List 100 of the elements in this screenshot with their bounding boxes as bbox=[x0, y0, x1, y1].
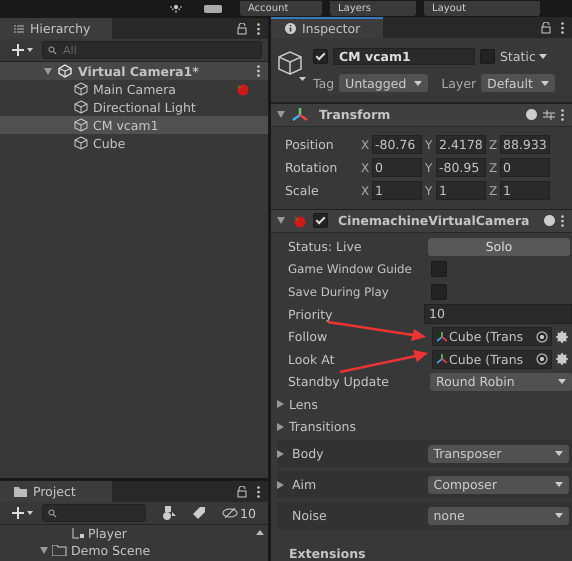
number-field[interactable]: -80.95 bbox=[436, 158, 486, 178]
component-title: Transform bbox=[319, 107, 392, 122]
stage-dropdown[interactable]: none bbox=[428, 506, 569, 524]
add-icon[interactable] bbox=[12, 507, 34, 519]
hierarchy-tab[interactable]: Hierarchy bbox=[0, 18, 112, 39]
active-checkbox[interactable] bbox=[313, 49, 328, 64]
tab-label: Hierarchy bbox=[30, 21, 90, 36]
number-field[interactable]: -80.76 bbox=[372, 135, 422, 154]
hierarchy-item[interactable]: Main Camera bbox=[0, 80, 268, 98]
more-icon[interactable] bbox=[561, 214, 564, 227]
axis-label: X bbox=[361, 184, 370, 198]
stage-label: Aim bbox=[292, 477, 318, 492]
field-label: Look At bbox=[288, 352, 334, 367]
component-header[interactable]: Transform bbox=[271, 103, 572, 127]
static-dropdown[interactable]: Static bbox=[500, 49, 547, 64]
number-field[interactable]: 88.933 bbox=[500, 135, 550, 154]
scene-row[interactable]: Virtual Camera1* bbox=[0, 62, 268, 80]
hierarchy-item[interactable]: CM vcam1 bbox=[0, 116, 268, 134]
more-icon[interactable] bbox=[257, 65, 260, 77]
target-picker-icon[interactable] bbox=[536, 353, 548, 366]
count-label: 10 bbox=[240, 506, 256, 520]
inspector-tab[interactable]: Inspector bbox=[271, 17, 383, 38]
foldout[interactable]: Lens bbox=[271, 393, 572, 416]
target-picker-icon[interactable] bbox=[536, 330, 548, 343]
toolbar-dropdown[interactable]: Layers bbox=[330, 1, 416, 16]
lock-icon[interactable] bbox=[237, 486, 247, 498]
settings-icon[interactable] bbox=[556, 330, 568, 343]
static-checkbox[interactable] bbox=[480, 49, 495, 64]
enabled-checkbox[interactable] bbox=[313, 213, 328, 228]
component-header[interactable]: CinemachineVirtualCamera bbox=[271, 208, 572, 232]
hierarchy-item[interactable]: Cube bbox=[0, 134, 268, 152]
stage-label: Body bbox=[292, 446, 325, 461]
scroll-up-icon[interactable] bbox=[256, 530, 264, 535]
field-label: Position bbox=[285, 137, 335, 152]
search-field[interactable]: All bbox=[42, 41, 262, 59]
solo-button[interactable]: Solo bbox=[428, 238, 570, 256]
shapes-icon[interactable] bbox=[162, 506, 176, 520]
standby-dropdown[interactable]: Round Robin bbox=[430, 372, 572, 391]
tag-icon[interactable] bbox=[192, 506, 206, 520]
add-icon[interactable] bbox=[12, 44, 34, 56]
object-field[interactable]: Cube (Trans bbox=[432, 350, 552, 369]
object-field[interactable]: Cube (Trans bbox=[432, 327, 552, 346]
stage-dropdown[interactable]: Transposer bbox=[428, 444, 569, 462]
caret-icon[interactable] bbox=[277, 400, 284, 408]
sun-icon[interactable] bbox=[170, 4, 182, 12]
project-item[interactable]: Demo Scene bbox=[40, 542, 268, 559]
toolbar-dropdown[interactable]: Layout bbox=[424, 1, 540, 16]
tab-label: Project bbox=[33, 484, 76, 499]
object-name: Main Camera bbox=[93, 82, 176, 96]
project-item[interactable]: Player bbox=[40, 525, 268, 542]
stage-label: Noise bbox=[292, 508, 328, 523]
settings-icon[interactable] bbox=[556, 353, 568, 366]
tag-label: Tag bbox=[313, 76, 334, 90]
lock-icon[interactable] bbox=[237, 22, 247, 34]
hidden-count[interactable]: 10 bbox=[222, 506, 256, 520]
help-icon[interactable] bbox=[526, 109, 537, 120]
axis-label: Y bbox=[425, 160, 434, 175]
search-icon bbox=[48, 46, 57, 55]
number-field[interactable]: 1 bbox=[372, 181, 422, 200]
more-icon[interactable] bbox=[561, 108, 564, 121]
number-field[interactable]: 1 bbox=[500, 181, 550, 200]
sliders-icon[interactable] bbox=[543, 108, 555, 121]
number-field[interactable]: 1 bbox=[436, 181, 486, 200]
search-field[interactable] bbox=[42, 504, 146, 522]
number-field[interactable]: 10 bbox=[424, 304, 572, 324]
hierarchy-item[interactable]: Directional Light bbox=[0, 98, 268, 116]
info-icon bbox=[285, 23, 296, 34]
axis-label: Y bbox=[425, 184, 434, 198]
caret-icon[interactable] bbox=[277, 450, 284, 458]
field-label: Scale bbox=[285, 183, 320, 198]
toolbar-dropdown[interactable]: Account bbox=[240, 1, 322, 16]
caret-icon[interactable] bbox=[277, 217, 285, 224]
axis-label: Z bbox=[489, 138, 498, 152]
window-icon[interactable] bbox=[204, 4, 222, 12]
caret-icon[interactable] bbox=[277, 111, 285, 118]
tab-label: Inspector bbox=[302, 21, 360, 36]
foldout-label: Lens bbox=[289, 396, 318, 412]
number-field[interactable]: 2.4178 bbox=[436, 135, 486, 154]
project-tab[interactable]: Project bbox=[0, 481, 112, 502]
more-icon[interactable] bbox=[257, 486, 260, 498]
axis-label: Z bbox=[489, 184, 498, 198]
caret-icon[interactable] bbox=[277, 480, 284, 488]
more-icon[interactable] bbox=[257, 22, 260, 34]
layer-dropdown[interactable]: Default bbox=[481, 74, 555, 92]
axes-icon bbox=[436, 354, 447, 364]
number-field[interactable]: 0 bbox=[500, 158, 550, 178]
caret-icon[interactable] bbox=[40, 547, 48, 554]
more-icon[interactable] bbox=[561, 22, 564, 34]
caret-icon[interactable] bbox=[44, 68, 52, 74]
tag-dropdown[interactable]: Untagged bbox=[339, 74, 428, 92]
help-icon[interactable] bbox=[544, 215, 555, 226]
checkbox[interactable] bbox=[431, 284, 447, 300]
stage-dropdown[interactable]: Composer bbox=[428, 476, 569, 494]
foldout[interactable]: Transitions bbox=[271, 416, 572, 438]
caret-icon[interactable] bbox=[277, 422, 284, 431]
number-field[interactable]: 0 bbox=[372, 158, 422, 178]
checkbox[interactable] bbox=[431, 261, 447, 278]
lock-icon[interactable] bbox=[541, 22, 551, 34]
search-icon bbox=[48, 509, 57, 518]
name-field[interactable]: CM vcam1 bbox=[333, 48, 475, 65]
